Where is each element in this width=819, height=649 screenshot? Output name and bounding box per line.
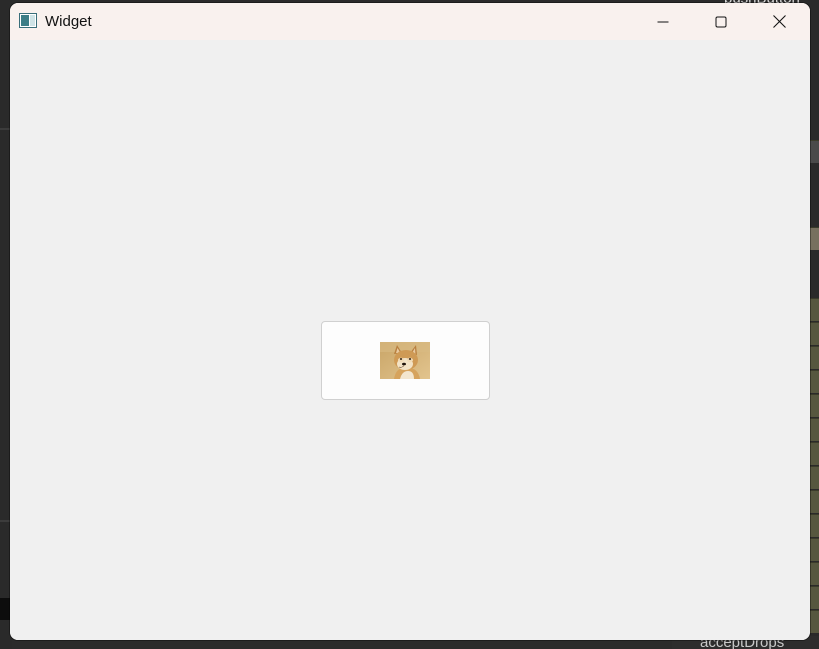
title-bar[interactable]: Widget [10, 3, 810, 40]
minimize-button[interactable] [634, 3, 692, 40]
doge-image-icon [380, 342, 430, 379]
close-icon [772, 15, 786, 28]
window-title: Widget [45, 13, 92, 30]
qt-widget-app-icon [19, 13, 37, 28]
maximize-icon [715, 16, 727, 27]
maximize-button[interactable] [692, 3, 750, 40]
client-area [10, 40, 810, 640]
image-push-button[interactable] [321, 321, 490, 400]
widget-window: Widget [10, 3, 810, 640]
close-button[interactable] [750, 3, 808, 40]
minimize-icon [657, 21, 669, 22]
